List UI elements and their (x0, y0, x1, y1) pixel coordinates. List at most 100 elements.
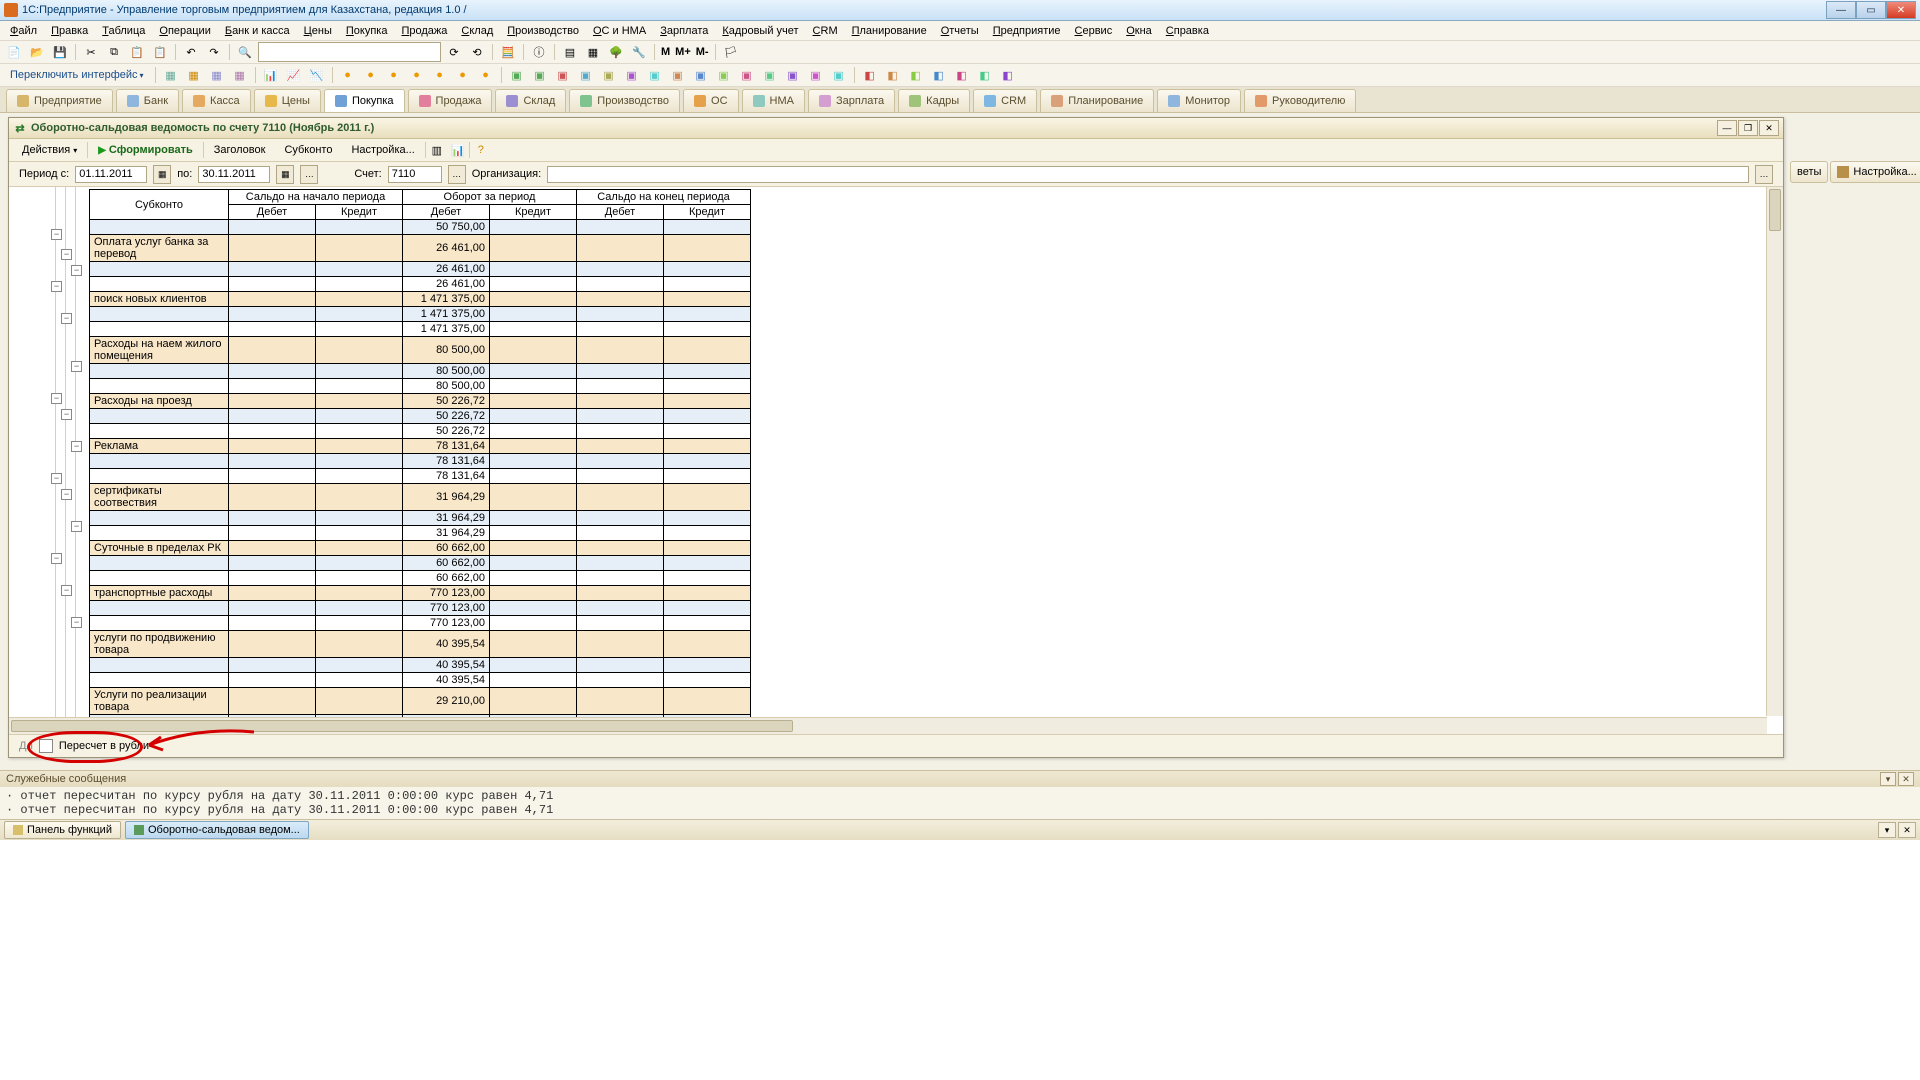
account-picker[interactable]: … (448, 165, 466, 184)
menu-item[interactable]: ОС и НМА (587, 23, 652, 39)
taskbar-opts-button[interactable]: ▾ (1878, 822, 1896, 838)
t3-icon[interactable]: ▣ (783, 65, 803, 85)
org-picker[interactable]: … (1755, 165, 1773, 184)
table-row[interactable]: 31 964,29 (90, 511, 751, 526)
outline-toggle[interactable]: − (61, 313, 72, 324)
doc-tool-icon[interactable]: ▥ (427, 140, 447, 160)
menu-item[interactable]: Файл (4, 23, 43, 39)
recalc-checkbox[interactable] (39, 739, 53, 753)
t3-icon[interactable]: ◧ (998, 65, 1018, 85)
search-icon[interactable]: 🔍 (235, 42, 255, 62)
t3-icon[interactable]: ◧ (906, 65, 926, 85)
table-row[interactable]: 40 395,54 (90, 658, 751, 673)
generate-button[interactable]: ▶Сформировать (89, 141, 202, 159)
doc-tool-icon[interactable]: 📊 (448, 140, 468, 160)
menu-item[interactable]: Склад (455, 23, 499, 39)
grid-icon[interactable]: ▦ (583, 42, 603, 62)
table-row[interactable]: 1 471 375,00 (90, 307, 751, 322)
section-tab[interactable]: Касса (182, 89, 251, 112)
menu-item[interactable]: CRM (807, 23, 844, 39)
vertical-scrollbar[interactable] (1766, 187, 1783, 716)
table-row[interactable]: 78 131,64 (90, 454, 751, 469)
outline-toggle[interactable]: − (71, 617, 82, 628)
menu-item[interactable]: Сервис (1069, 23, 1119, 39)
table-row[interactable]: 770 123,00 (90, 616, 751, 631)
minimize-button[interactable]: — (1826, 1, 1856, 19)
m-label[interactable]: M (660, 42, 671, 62)
table-row[interactable]: 26 461,00 (90, 277, 751, 292)
help-icon[interactable]: ? (471, 140, 491, 160)
t3-icon[interactable]: ◧ (952, 65, 972, 85)
outline-toggle[interactable]: − (61, 249, 72, 260)
section-tab[interactable]: Предприятие (6, 89, 113, 112)
t3-icon[interactable]: 📉 (307, 65, 327, 85)
t3-icon[interactable]: ▣ (553, 65, 573, 85)
t3-icon[interactable]: ● (476, 65, 496, 85)
actions-button[interactable]: Действия ▾ (13, 141, 86, 159)
doc-close-button[interactable]: ✕ (1759, 120, 1779, 136)
header-button[interactable]: Заголовок (205, 141, 275, 159)
table-row[interactable]: 60 662,00 (90, 556, 751, 571)
msg-opts-button[interactable]: ▾ (1880, 772, 1896, 786)
new-icon[interactable]: 📄 (4, 42, 24, 62)
mminus-label[interactable]: M- (695, 42, 710, 62)
section-tab[interactable]: Цены (254, 89, 321, 112)
table-row[interactable]: Суточные в пределах РК60 662,00 (90, 541, 751, 556)
outline-toggle[interactable]: − (61, 489, 72, 500)
outline-toggle[interactable]: − (71, 361, 82, 372)
t3-icon[interactable]: ▣ (599, 65, 619, 85)
horizontal-scrollbar[interactable] (9, 717, 1767, 734)
outline-toggle[interactable]: − (51, 281, 62, 292)
t3-icon[interactable]: ▣ (760, 65, 780, 85)
t3-icon[interactable]: ▣ (622, 65, 642, 85)
outline-toggle[interactable]: − (71, 265, 82, 276)
t3-icon[interactable]: ▣ (530, 65, 550, 85)
t3-icon[interactable]: ▦ (184, 65, 204, 85)
menu-item[interactable]: Правка (45, 23, 94, 39)
table-row[interactable]: Расходы на проезд50 226,72 (90, 394, 751, 409)
t3-icon[interactable]: ● (430, 65, 450, 85)
table-row[interactable]: 80 500,00 (90, 364, 751, 379)
table-row[interactable]: 1 471 375,00 (90, 322, 751, 337)
mplus-label[interactable]: M+ (674, 42, 692, 62)
maximize-button[interactable]: ▭ (1856, 1, 1886, 19)
section-tab[interactable]: Производство (569, 89, 680, 112)
t3-icon[interactable]: ▣ (507, 65, 527, 85)
flag-icon[interactable]: 🏳 (721, 42, 741, 62)
t3-icon[interactable]: ● (384, 65, 404, 85)
tree-icon[interactable]: 🌳 (606, 42, 626, 62)
paste-icon[interactable]: 📋 (127, 42, 147, 62)
table-row[interactable]: 50 226,72 (90, 409, 751, 424)
cut-icon[interactable]: ✂ (81, 42, 101, 62)
t3-icon[interactable]: ● (453, 65, 473, 85)
section-tab[interactable]: Монитор (1157, 89, 1241, 112)
date-from-input[interactable] (75, 166, 147, 183)
undo-icon[interactable]: ↶ (181, 42, 201, 62)
outline-toggle[interactable]: − (61, 409, 72, 420)
menu-item[interactable]: Отчеты (935, 23, 985, 39)
t3-icon[interactable]: ◧ (883, 65, 903, 85)
settings-button[interactable]: Настройка... (342, 141, 423, 159)
taskbar-close-button[interactable]: ✕ (1898, 822, 1916, 838)
table-row[interactable]: поиск новых клиентов1 471 375,00 (90, 292, 751, 307)
outline-toggle[interactable]: − (51, 393, 62, 404)
date-from-picker[interactable]: ▦ (153, 165, 171, 184)
doc-restore-button[interactable]: ❐ (1738, 120, 1758, 136)
table-row[interactable]: Реклама78 131,64 (90, 439, 751, 454)
right-tab-2[interactable]: Настройка... (1830, 161, 1920, 183)
section-tab[interactable]: Склад (495, 89, 566, 112)
outline-toggle[interactable]: − (51, 473, 62, 484)
table-row[interactable]: 770 123,00 (90, 601, 751, 616)
menu-item[interactable]: Продажа (395, 23, 453, 39)
t3-icon[interactable]: ◧ (860, 65, 880, 85)
right-tab-1[interactable]: веты (1790, 161, 1828, 183)
t3-icon[interactable]: ▦ (207, 65, 227, 85)
t3-icon[interactable]: ▣ (737, 65, 757, 85)
table-row[interactable]: услуги по продвижению товара40 395,54 (90, 631, 751, 658)
outline-toggle[interactable]: − (51, 553, 62, 564)
save-icon[interactable]: 💾 (50, 42, 70, 62)
t3-icon[interactable]: ▣ (576, 65, 596, 85)
t3-icon[interactable]: ▣ (691, 65, 711, 85)
t3-icon[interactable]: 📈 (284, 65, 304, 85)
switch-interface-button[interactable]: Переключить интерфейс▾ (4, 67, 150, 83)
